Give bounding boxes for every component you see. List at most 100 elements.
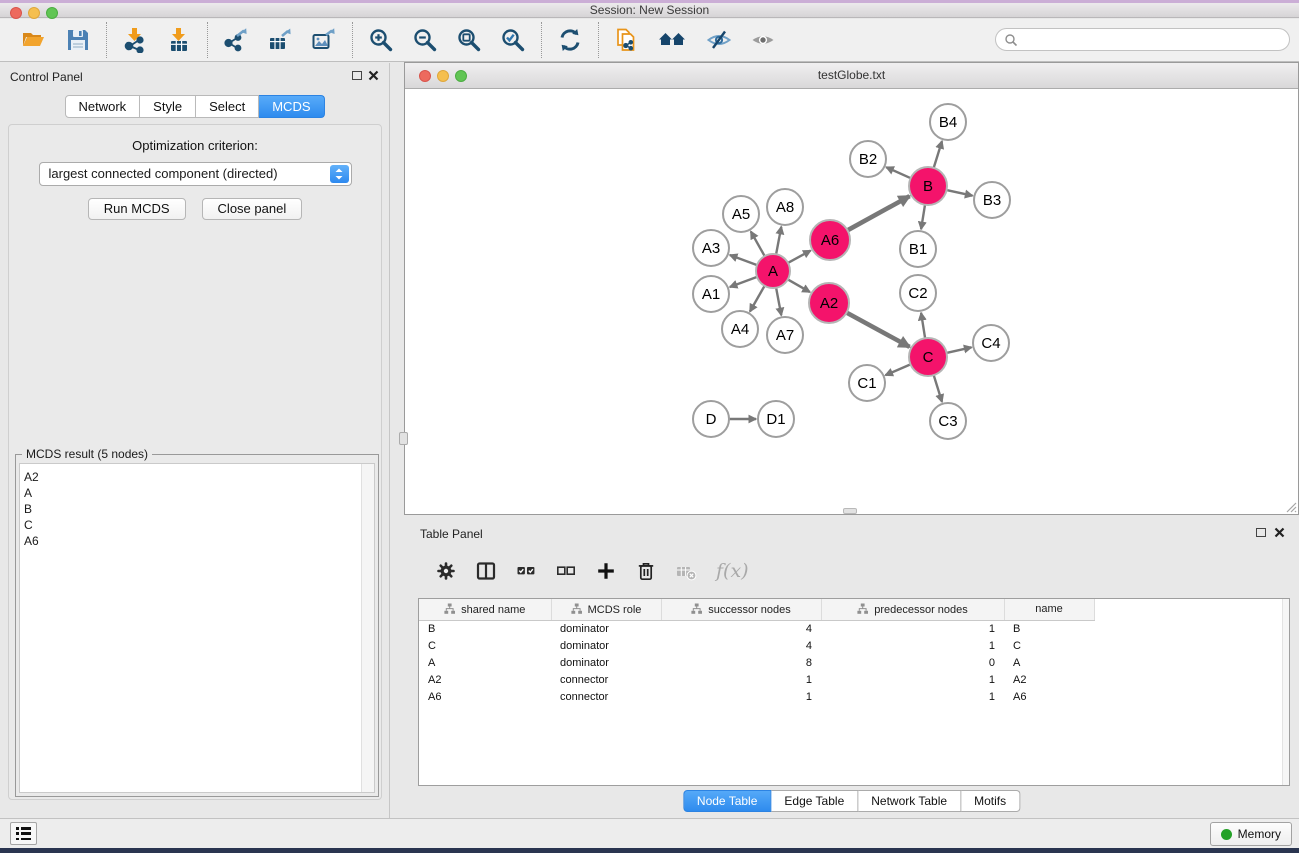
node-C2[interactable]: C2 <box>900 275 936 311</box>
tab-style[interactable]: Style <box>140 95 196 118</box>
edge-A6-B[interactable] <box>848 196 910 230</box>
node-B3[interactable]: B3 <box>974 182 1010 218</box>
table-row[interactable]: A2connector11A2 <box>419 671 1289 688</box>
edge-A-A7[interactable] <box>776 288 781 316</box>
function-builder-icon[interactable]: f(x) <box>716 560 749 582</box>
table-cell[interactable]: C <box>1004 637 1094 654</box>
node-C4[interactable]: C4 <box>973 325 1009 361</box>
node-A3[interactable]: A3 <box>693 230 729 266</box>
table-cell[interactable]: C <box>419 637 551 654</box>
edge-A-A1[interactable] <box>730 277 757 287</box>
close-panel-button[interactable]: Close panel <box>202 198 303 220</box>
table-cell[interactable]: dominator <box>551 620 661 637</box>
network-minimize-button[interactable] <box>437 70 449 82</box>
network-maximize-button[interactable] <box>455 70 467 82</box>
edge-B-B3[interactable] <box>947 190 973 196</box>
duplicate-network-icon[interactable] <box>613 26 641 54</box>
search-input[interactable] <box>1018 33 1281 47</box>
edge-A-A2[interactable] <box>788 279 810 292</box>
edge-B-B4[interactable] <box>934 141 942 168</box>
table-cell[interactable]: 1 <box>821 688 1004 705</box>
edge-B-B2[interactable] <box>886 167 911 178</box>
node-A8[interactable]: A8 <box>767 189 803 225</box>
table-cell[interactable]: A6 <box>1004 688 1094 705</box>
edge-A-A5[interactable] <box>751 231 765 256</box>
tab-mcds[interactable]: MCDS <box>259 95 324 118</box>
save-icon[interactable] <box>64 26 92 54</box>
node-A4[interactable]: A4 <box>722 311 758 347</box>
column-header-successor-nodes[interactable]: successor nodes <box>661 599 821 620</box>
node-C1[interactable]: C1 <box>849 365 885 401</box>
edge-A-A8[interactable] <box>776 227 781 255</box>
node-A[interactable]: A <box>756 254 790 288</box>
deselect-all-columns-icon[interactable] <box>553 558 579 584</box>
node-B1[interactable]: B1 <box>900 231 936 267</box>
table-row[interactable]: Bdominator41B <box>419 620 1289 637</box>
table-cell[interactable]: A6 <box>419 688 551 705</box>
select-all-columns-icon[interactable] <box>513 558 539 584</box>
import-network-icon[interactable] <box>121 26 149 54</box>
table-cell[interactable]: 1 <box>661 671 821 688</box>
table-row[interactable]: Adominator80A <box>419 654 1289 671</box>
node-D1[interactable]: D1 <box>758 401 794 437</box>
zoom-fit-icon[interactable] <box>455 26 483 54</box>
table-cell[interactable]: B <box>1004 620 1094 637</box>
edge-A-A6[interactable] <box>788 251 811 263</box>
node-D[interactable]: D <box>693 401 729 437</box>
export-table-icon[interactable] <box>266 26 294 54</box>
edge-C-C1[interactable] <box>885 364 910 375</box>
delete-table-icon[interactable] <box>673 558 699 584</box>
zoom-out-icon[interactable] <box>411 26 439 54</box>
tab-edge-table[interactable]: Edge Table <box>771 790 858 812</box>
edge-A-A4[interactable] <box>750 286 765 312</box>
result-item[interactable]: C <box>20 517 374 533</box>
table-cell[interactable]: 1 <box>661 688 821 705</box>
network-close-button[interactable] <box>419 70 431 82</box>
close-panel-icon[interactable] <box>368 70 379 81</box>
edge-A-A3[interactable] <box>730 255 757 265</box>
splitter-handle[interactable] <box>399 432 408 445</box>
minimize-window-button[interactable] <box>28 7 40 19</box>
export-image-icon[interactable] <box>310 26 338 54</box>
edge-B-B1[interactable] <box>921 205 925 229</box>
result-item[interactable]: A <box>20 485 374 501</box>
refresh-icon[interactable] <box>556 26 584 54</box>
edge-A2-C[interactable] <box>847 313 910 347</box>
resize-grip-icon[interactable] <box>1283 499 1297 513</box>
task-history-button[interactable] <box>10 822 37 845</box>
table-cell[interactable]: 4 <box>661 620 821 637</box>
table-cell[interactable]: dominator <box>551 654 661 671</box>
delete-column-trash-icon[interactable] <box>633 558 659 584</box>
mcds-result-list[interactable]: A2ABCA6 <box>19 463 375 793</box>
table-cell[interactable]: 1 <box>821 671 1004 688</box>
table-cell[interactable]: A2 <box>1004 671 1094 688</box>
node-A2[interactable]: A2 <box>809 283 849 323</box>
table-row[interactable]: A6connector11A6 <box>419 688 1289 705</box>
float-panel-icon[interactable] <box>352 71 362 80</box>
open-folder-icon[interactable] <box>20 26 48 54</box>
criterion-dropdown[interactable]: largest connected component (directed) <box>39 162 352 186</box>
table-cell[interactable]: 0 <box>821 654 1004 671</box>
column-header-name[interactable]: name <box>1004 599 1094 620</box>
table-cell[interactable]: dominator <box>551 637 661 654</box>
table-cell[interactable]: A <box>419 654 551 671</box>
edge-C-C3[interactable] <box>934 375 942 402</box>
float-table-panel-icon[interactable] <box>1256 528 1266 537</box>
maximize-window-button[interactable] <box>46 7 58 19</box>
table-scrollbar[interactable] <box>1282 599 1289 785</box>
node-B4[interactable]: B4 <box>930 104 966 140</box>
table-cell[interactable]: 1 <box>821 637 1004 654</box>
home-icon[interactable] <box>657 26 689 54</box>
run-mcds-button[interactable]: Run MCDS <box>88 198 186 220</box>
table-cell[interactable]: B <box>419 620 551 637</box>
column-header-mcds-role[interactable]: MCDS role <box>551 599 661 620</box>
table-cell[interactable]: connector <box>551 671 661 688</box>
node-C3[interactable]: C3 <box>930 403 966 439</box>
table-cell[interactable]: connector <box>551 688 661 705</box>
column-header-shared-name[interactable]: shared name <box>419 599 551 620</box>
node-A1[interactable]: A1 <box>693 276 729 312</box>
export-network-icon[interactable] <box>222 26 250 54</box>
table-cell[interactable]: A2 <box>419 671 551 688</box>
hide-selected-icon[interactable] <box>705 26 733 54</box>
import-table-icon[interactable] <box>165 26 193 54</box>
